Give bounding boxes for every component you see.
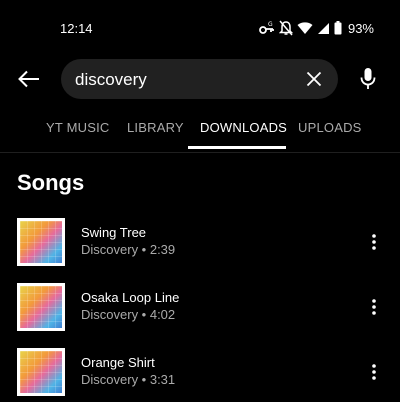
search-input[interactable]: discovery bbox=[75, 70, 147, 90]
key-icon: G bbox=[259, 21, 275, 35]
search-bar: discovery bbox=[0, 56, 400, 102]
tabs-divider bbox=[0, 152, 400, 153]
clear-search-button[interactable] bbox=[304, 69, 324, 89]
status-bar: 12:14 G 93% bbox=[0, 0, 400, 56]
tab-library[interactable]: LIBRARY bbox=[127, 120, 184, 135]
status-time: 12:14 bbox=[60, 21, 93, 36]
wifi-icon bbox=[297, 21, 313, 35]
signal-icon bbox=[317, 22, 330, 35]
song-subtitle: Discovery • 2:39 bbox=[81, 242, 176, 257]
microphone-icon bbox=[360, 68, 376, 89]
arrow-left-icon bbox=[18, 70, 39, 88]
song-title: Osaka Loop Line bbox=[81, 290, 180, 305]
song-subtitle: Discovery • 3:31 bbox=[81, 372, 176, 387]
more-options-button[interactable] bbox=[364, 295, 384, 319]
song-title: Swing Tree bbox=[81, 225, 147, 240]
tab-uploads[interactable]: UPLOADS bbox=[298, 120, 362, 135]
battery-percent: 93% bbox=[347, 20, 374, 36]
list-item[interactable]: Orange Shirt Discovery • 3:31 bbox=[0, 348, 400, 402]
status-icons: G 93% bbox=[259, 19, 374, 37]
list-item[interactable]: Osaka Loop Line Discovery • 4:02 bbox=[0, 283, 400, 343]
song-title: Orange Shirt bbox=[81, 355, 155, 370]
more-options-button[interactable] bbox=[364, 360, 384, 384]
album-art bbox=[17, 218, 65, 266]
tab-yt-music[interactable]: YT MUSIC bbox=[46, 120, 109, 135]
album-art bbox=[17, 283, 65, 331]
active-tab-indicator bbox=[188, 146, 286, 149]
voice-search-button[interactable] bbox=[355, 66, 381, 92]
search-field[interactable]: discovery bbox=[61, 59, 338, 99]
more-options-button[interactable] bbox=[364, 230, 384, 254]
song-subtitle: Discovery • 4:02 bbox=[81, 307, 176, 322]
close-icon bbox=[306, 71, 322, 87]
search-scope-tabs: YT MUSIC LIBRARY DOWNLOADS UPLOADS bbox=[0, 104, 400, 150]
svg-text:G: G bbox=[268, 21, 273, 28]
more-vert-icon bbox=[372, 234, 376, 250]
more-vert-icon bbox=[372, 299, 376, 315]
back-button[interactable] bbox=[14, 64, 44, 94]
more-vert-icon bbox=[372, 364, 376, 380]
section-title: Songs bbox=[17, 170, 85, 195]
list-item[interactable]: Swing Tree Discovery • 2:39 bbox=[0, 218, 400, 278]
tab-downloads[interactable]: DOWNLOADS bbox=[200, 120, 287, 135]
album-art bbox=[17, 348, 65, 396]
notifications-off-icon bbox=[278, 20, 293, 36]
battery-icon bbox=[334, 21, 342, 35]
